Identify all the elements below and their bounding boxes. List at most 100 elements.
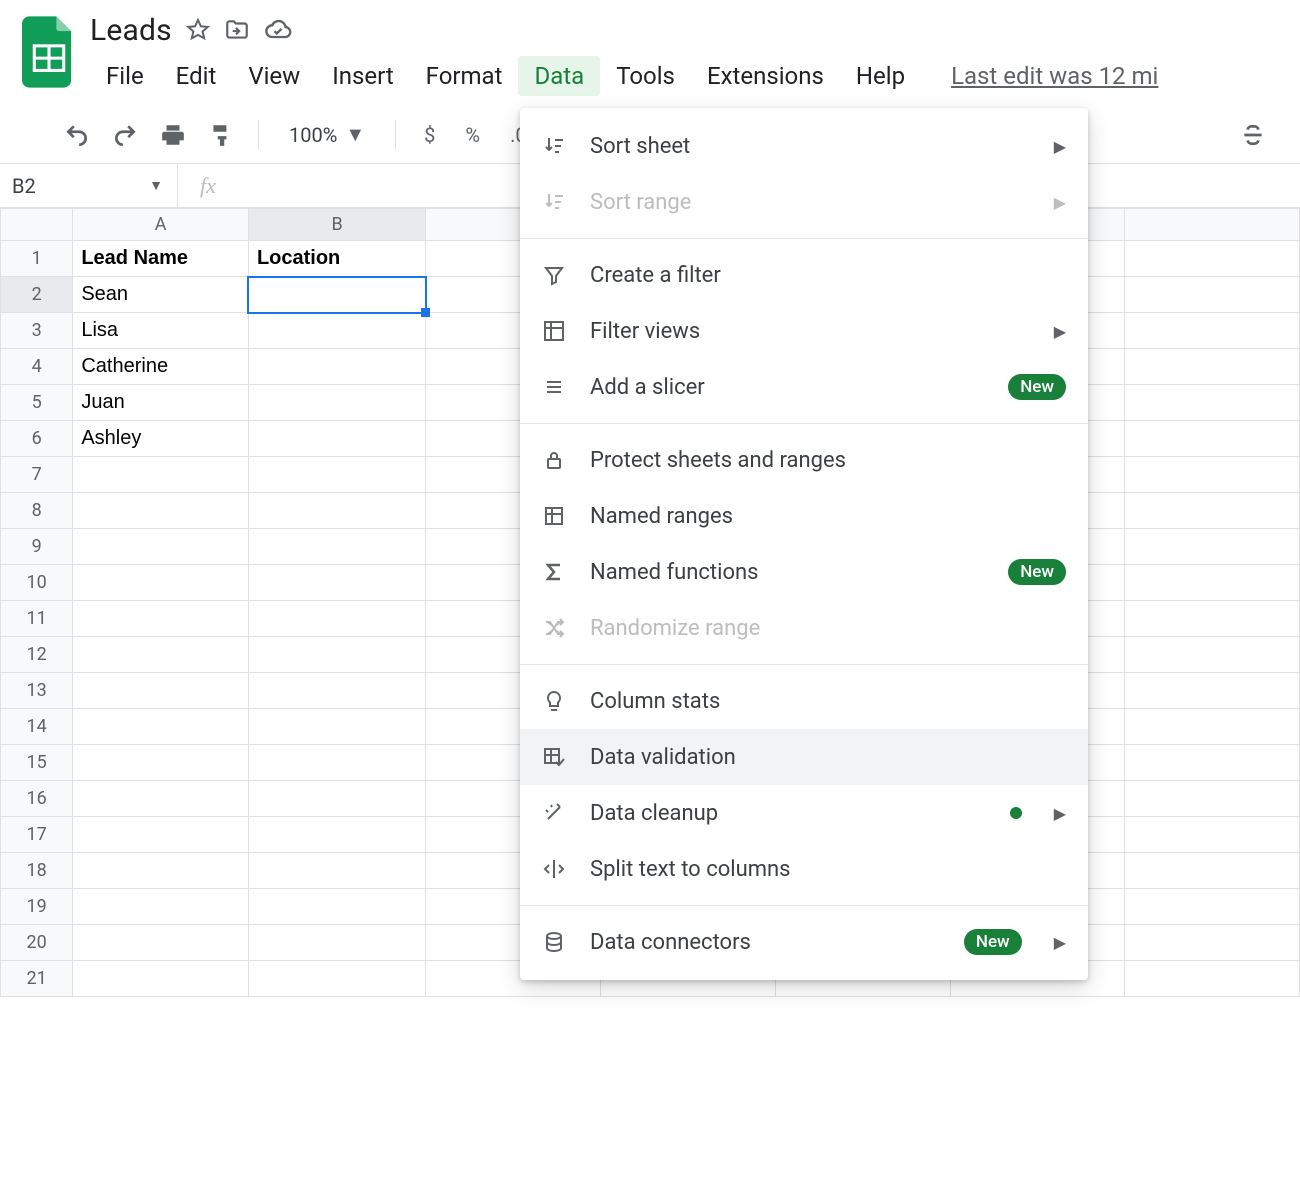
col-header-B[interactable]: B <box>248 209 425 241</box>
menu-randomize-range: Randomize range <box>520 600 1088 656</box>
new-badge: New <box>964 929 1022 955</box>
row-header[interactable]: 4 <box>1 349 73 385</box>
menu-sort-sheet[interactable]: Sort sheet ▶ <box>520 118 1088 174</box>
zoom-selector[interactable]: 100%▼ <box>279 122 375 147</box>
row-header[interactable]: 13 <box>1 673 73 709</box>
row-header[interactable]: 5 <box>1 385 73 421</box>
menu-data-connectors[interactable]: Data connectors New ▶ <box>520 914 1088 970</box>
format-currency-icon[interactable]: $ <box>416 123 443 147</box>
menu-view[interactable]: View <box>232 56 316 96</box>
cell[interactable]: Location <box>248 241 425 277</box>
row-header[interactable]: 18 <box>1 853 73 889</box>
menu-named-ranges[interactable]: Named ranges <box>520 488 1088 544</box>
strikethrough-icon[interactable] <box>1236 118 1270 152</box>
split-icon <box>540 855 568 883</box>
slicer-icon <box>540 373 568 401</box>
name-box[interactable]: B2 ▼ <box>0 164 178 207</box>
cell[interactable]: Catherine <box>73 349 249 385</box>
menu-help[interactable]: Help <box>840 56 921 96</box>
menu-column-stats[interactable]: Column stats <box>520 673 1088 729</box>
cell[interactable]: Juan <box>73 385 249 421</box>
submenu-arrow-icon: ▶ <box>1054 322 1066 341</box>
selected-cell[interactable] <box>248 277 425 313</box>
menu-named-functions[interactable]: Named functions New <box>520 544 1088 600</box>
menu-bar: File Edit View Insert Format Data Tools … <box>90 56 1158 96</box>
menu-filter-views[interactable]: Filter views ▶ <box>520 303 1088 359</box>
cell[interactable]: Lisa <box>73 313 249 349</box>
data-validation-icon <box>540 743 568 771</box>
col-header-G[interactable] <box>1125 209 1300 241</box>
indicator-dot <box>1010 807 1022 819</box>
cell[interactable]: Lead Name <box>73 241 249 277</box>
document-title[interactable]: Leads <box>90 13 172 48</box>
move-folder-icon[interactable] <box>224 17 250 43</box>
sheets-logo-icon[interactable] <box>22 16 76 88</box>
menu-tools[interactable]: Tools <box>600 56 691 96</box>
cloud-status-icon[interactable] <box>264 16 292 44</box>
last-edit-link[interactable]: Last edit was 12 mi <box>951 56 1158 96</box>
row-header[interactable]: 11 <box>1 601 73 637</box>
star-icon[interactable] <box>186 18 210 42</box>
shuffle-icon <box>540 614 568 642</box>
database-icon <box>540 928 568 956</box>
cell[interactable]: Ashley <box>73 421 249 457</box>
row-header[interactable]: 10 <box>1 565 73 601</box>
new-badge: New <box>1008 559 1066 585</box>
menu-format[interactable]: Format <box>410 56 519 96</box>
submenu-arrow-icon: ▶ <box>1054 933 1066 952</box>
filter-icon <box>540 261 568 289</box>
row-header[interactable]: 20 <box>1 925 73 961</box>
named-ranges-icon <box>540 502 568 530</box>
format-percent-icon[interactable]: % <box>457 123 488 147</box>
menu-create-filter[interactable]: Create a filter <box>520 247 1088 303</box>
row-header[interactable]: 2 <box>1 277 73 313</box>
menu-extensions[interactable]: Extensions <box>691 56 840 96</box>
menu-edit[interactable]: Edit <box>160 56 233 96</box>
sort-sheet-icon <box>540 132 568 160</box>
fill-handle[interactable] <box>421 308 430 317</box>
row-header[interactable]: 17 <box>1 817 73 853</box>
menu-insert[interactable]: Insert <box>316 56 409 96</box>
row-header[interactable]: 19 <box>1 889 73 925</box>
sort-range-icon <box>540 188 568 216</box>
menu-sort-range: Sort range ▶ <box>520 174 1088 230</box>
redo-icon[interactable] <box>108 118 142 152</box>
row-header[interactable]: 9 <box>1 529 73 565</box>
undo-icon[interactable] <box>60 118 94 152</box>
print-icon[interactable] <box>156 118 190 152</box>
row-header[interactable]: 14 <box>1 709 73 745</box>
sigma-icon <box>540 558 568 586</box>
row-header[interactable]: 3 <box>1 313 73 349</box>
filter-views-icon <box>540 317 568 345</box>
menu-split-text[interactable]: Split text to columns <box>520 841 1088 897</box>
submenu-arrow-icon: ▶ <box>1054 193 1066 212</box>
menu-file[interactable]: File <box>90 56 160 96</box>
row-header[interactable]: 7 <box>1 457 73 493</box>
row-header[interactable]: 6 <box>1 421 73 457</box>
data-menu-dropdown: Sort sheet ▶ Sort range ▶ Create a filte… <box>520 108 1088 980</box>
row-header[interactable]: 1 <box>1 241 73 277</box>
menu-add-slicer[interactable]: Add a slicer New <box>520 359 1088 415</box>
row-header[interactable]: 21 <box>1 961 73 997</box>
submenu-arrow-icon: ▶ <box>1054 804 1066 823</box>
row-header[interactable]: 16 <box>1 781 73 817</box>
row-header[interactable]: 12 <box>1 637 73 673</box>
fx-icon: fx <box>178 173 238 199</box>
menu-protect-sheets[interactable]: Protect sheets and ranges <box>520 432 1088 488</box>
row-header[interactable]: 15 <box>1 745 73 781</box>
col-header-A[interactable]: A <box>73 209 249 241</box>
cell[interactable]: Sean <box>73 277 249 313</box>
lock-icon <box>540 446 568 474</box>
new-badge: New <box>1008 374 1066 400</box>
name-box-value: B2 <box>12 174 36 198</box>
menu-separator <box>520 664 1088 665</box>
paint-format-icon[interactable] <box>204 118 238 152</box>
menu-data[interactable]: Data <box>518 56 600 96</box>
menu-separator <box>520 905 1088 906</box>
menu-data-cleanup[interactable]: Data cleanup ▶ <box>520 785 1088 841</box>
menu-separator <box>520 238 1088 239</box>
row-header[interactable]: 8 <box>1 493 73 529</box>
magic-wand-icon <box>540 799 568 827</box>
submenu-arrow-icon: ▶ <box>1054 137 1066 156</box>
menu-data-validation[interactable]: Data validation <box>520 729 1088 785</box>
